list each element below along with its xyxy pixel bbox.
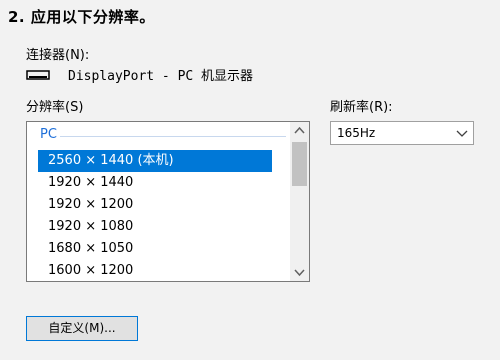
scrollbar-thumb[interactable] — [292, 142, 307, 186]
vertical-scrollbar[interactable] — [290, 122, 309, 281]
resolution-label: 分辨率(S) — [26, 100, 84, 115]
refresh-rate-label: 刷新率(R): — [330, 100, 393, 115]
connector-label: 连接器(N): — [26, 48, 90, 63]
resolution-item[interactable]: 1600 × 1200 — [28, 260, 290, 280]
resolution-item[interactable]: 1920 × 1200 — [28, 194, 290, 216]
refresh-rate-value: 165Hz — [337, 126, 376, 140]
resolution-item[interactable]: 1920 × 1440 — [28, 172, 290, 194]
resolution-items: 2560 × 1440 (本机) 1920 × 1440 1920 × 1200 19… — [28, 150, 290, 280]
connector-value: DisplayPort - PC 机显示器 — [68, 69, 254, 84]
monitor-icon — [26, 70, 50, 80]
scroll-up-arrow-icon[interactable] — [290, 122, 309, 139]
resolution-list-viewport: PC 2560 × 1440 (本机) 1920 × 1440 1920 × 120… — [28, 123, 290, 280]
scroll-down-arrow-icon[interactable] — [290, 264, 309, 281]
group-header-pc: PC — [40, 127, 57, 142]
step-title: 2. 应用以下分辨率。 — [8, 8, 155, 26]
resolution-item[interactable]: 1920 × 1080 — [28, 216, 290, 238]
chevron-down-icon — [456, 130, 468, 137]
resolution-listbox[interactable]: PC 2560 × 1440 (本机) 1920 × 1440 1920 × 120… — [26, 121, 310, 282]
refresh-rate-dropdown[interactable]: 165Hz — [330, 121, 474, 145]
resolution-item-selected[interactable]: 2560 × 1440 (本机) — [38, 150, 272, 172]
resolution-item[interactable]: 1680 × 1050 — [28, 238, 290, 260]
custom-resolution-button[interactable]: 自定义(M)... — [26, 316, 138, 341]
group-divider — [60, 136, 286, 137]
